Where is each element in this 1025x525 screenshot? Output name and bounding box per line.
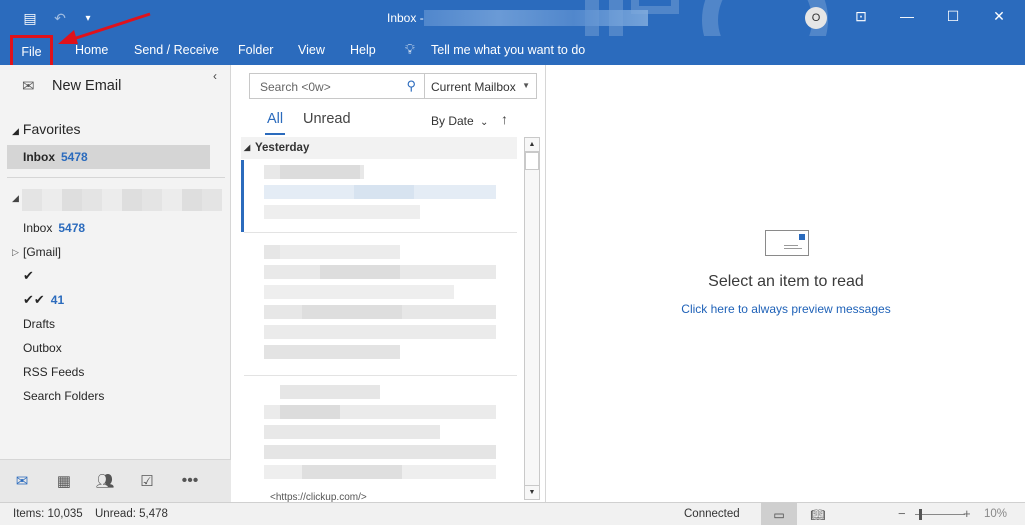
- folder-gmail[interactable]: [Gmail]: [23, 245, 61, 259]
- chevron-down-icon: ▼: [522, 81, 530, 90]
- always-preview-link[interactable]: Click here to always preview messages: [547, 302, 1025, 316]
- folder-drafts[interactable]: Drafts: [23, 317, 55, 331]
- tasks-icon[interactable]: ☑: [134, 470, 160, 492]
- envelope-icon: [765, 230, 809, 256]
- folder-inbox[interactable]: Inbox 5478: [23, 221, 85, 235]
- expand-triangle-icon: ◢: [12, 126, 19, 136]
- search-icon[interactable]: ⚲: [406, 78, 416, 94]
- more-icon[interactable]: •••: [177, 470, 203, 492]
- calendar-icon[interactable]: ▦: [51, 470, 77, 492]
- tab-file-label: File: [21, 44, 42, 59]
- search-scope-dropdown[interactable]: Current Mailbox ▼: [425, 73, 537, 99]
- list-item[interactable]: [264, 165, 496, 225]
- sort-by-dropdown[interactable]: By Date ⌄: [431, 114, 488, 128]
- ribbon-display-icon[interactable]: ⊡: [838, 0, 884, 32]
- folder-label: ✔✔: [23, 292, 45, 307]
- unread-count: Unread: 5,478: [95, 508, 168, 520]
- divider: [244, 232, 517, 233]
- folder-pane: ✉ New Email ‹ ◢ Favorites Inbox 5478 ◢ Inb…: [0, 65, 231, 502]
- outlook-icon[interactable]: ▤: [20, 8, 40, 28]
- account-header[interactable]: ◢: [12, 189, 222, 211]
- filter-unread-tab[interactable]: Unread: [303, 111, 351, 127]
- minimize-icon[interactable]: —: [884, 0, 930, 32]
- group-header[interactable]: ◢ Yesterday: [241, 137, 517, 159]
- folder-count: 5478: [58, 221, 86, 235]
- scroll-up-icon[interactable]: ▲: [525, 138, 539, 152]
- search-placeholder: Search <0w>: [260, 80, 331, 94]
- favorite-inbox-count: 5478: [61, 150, 88, 164]
- tab-help[interactable]: Help: [350, 43, 376, 57]
- folder-rss-feeds[interactable]: RSS Feeds: [23, 365, 84, 379]
- folder-count: 41: [50, 293, 65, 307]
- annotation-arrow-icon: [58, 12, 151, 44]
- folder-label: RSS Feeds: [23, 365, 85, 379]
- zoom-in-icon[interactable]: +: [963, 506, 971, 521]
- folder-label: [Gmail]: [23, 245, 62, 259]
- folder-outbox[interactable]: Outbox: [23, 341, 62, 355]
- new-email-label: New Email: [52, 78, 122, 94]
- folder-double-checked[interactable]: ✔✔ 41: [23, 292, 64, 308]
- window-title: Inbox -: [387, 11, 424, 25]
- filter-all-tab[interactable]: All: [264, 111, 286, 135]
- favorites-label: Favorites: [22, 121, 81, 137]
- select-item-message: Select an item to read: [708, 273, 864, 290]
- folder-search-folders[interactable]: Search Folders: [23, 389, 104, 403]
- message-list-pane: Search <0w> ⚲ Current Mailbox ▼ All Unre…: [232, 65, 546, 503]
- tell-me-search[interactable]: Tell me what you want to do: [431, 43, 585, 57]
- normal-view-icon[interactable]: ▭: [761, 503, 797, 525]
- collapse-pane-icon[interactable]: ‹: [213, 69, 217, 83]
- divider: [244, 375, 517, 376]
- scroll-down-icon[interactable]: ▼: [525, 485, 539, 499]
- folder-label: Drafts: [23, 317, 56, 331]
- search-scope-label: Current Mailbox: [431, 80, 516, 94]
- scrollbar-thumb[interactable]: [525, 152, 539, 170]
- reading-pane: Select an item to read Click here to alw…: [547, 65, 1025, 502]
- sort-direction-icon[interactable]: ↑: [501, 111, 508, 127]
- favorite-inbox[interactable]: Inbox 5478: [7, 145, 210, 169]
- vertical-scrollbar[interactable]: ▲ ▼: [524, 137, 540, 500]
- connection-status: Connected: [684, 508, 740, 520]
- folder-label: Outbox: [23, 341, 62, 355]
- tab-folder[interactable]: Folder: [238, 43, 273, 57]
- tab-file[interactable]: File: [10, 35, 53, 68]
- favorites-header[interactable]: ◢ Favorites: [12, 121, 81, 137]
- new-email-button[interactable]: ✉ New Email: [22, 77, 121, 95]
- reading-view-icon[interactable]: 📖︎: [800, 503, 836, 525]
- group-header-label: Yesterday: [255, 142, 310, 154]
- expand-triangle-icon[interactable]: ▷: [12, 247, 19, 258]
- folder-label: ✔: [23, 268, 34, 283]
- selected-message-indicator: [241, 160, 244, 232]
- window-title-redacted: [424, 10, 648, 26]
- sort-by-label: By Date: [431, 114, 474, 128]
- zoom-slider[interactable]: [915, 514, 965, 515]
- avatar[interactable]: O: [805, 7, 827, 29]
- zoom-out-icon[interactable]: −: [898, 506, 906, 521]
- zoom-slider-thumb[interactable]: [919, 509, 922, 520]
- search-input[interactable]: Search <0w> ⚲: [249, 73, 425, 99]
- people-icon[interactable]: 👥︎: [92, 470, 118, 492]
- list-item[interactable]: [264, 245, 496, 365]
- lightbulb-icon: 💡︎: [405, 41, 415, 57]
- folder-label: Inbox: [23, 221, 53, 235]
- folder-checked[interactable]: ✔: [23, 268, 34, 284]
- chevron-down-icon: ⌄: [480, 117, 489, 128]
- list-item[interactable]: [264, 385, 496, 485]
- maximize-icon[interactable]: ☐: [930, 0, 976, 32]
- close-icon[interactable]: ✕: [976, 0, 1022, 32]
- favorite-inbox-label: Inbox: [23, 150, 55, 164]
- tab-view[interactable]: View: [298, 43, 325, 57]
- zoom-level: 10%: [984, 508, 1008, 520]
- divider: [7, 177, 225, 178]
- items-count: Items: 10,035: [13, 508, 83, 520]
- expand-triangle-icon: ◢: [12, 193, 19, 203]
- expand-triangle-icon: ◢: [244, 143, 251, 152]
- mail-icon[interactable]: ✉: [9, 470, 35, 492]
- new-email-icon: ✉: [22, 78, 35, 95]
- status-bar: Items: 10,035 Unread: 5,478 Connected ▭ …: [0, 502, 1025, 525]
- navigation-bar: ✉ ▦ 👥︎ ☑ •••: [0, 459, 231, 502]
- account-name-redacted: [22, 189, 222, 211]
- folder-label: Search Folders: [23, 389, 105, 403]
